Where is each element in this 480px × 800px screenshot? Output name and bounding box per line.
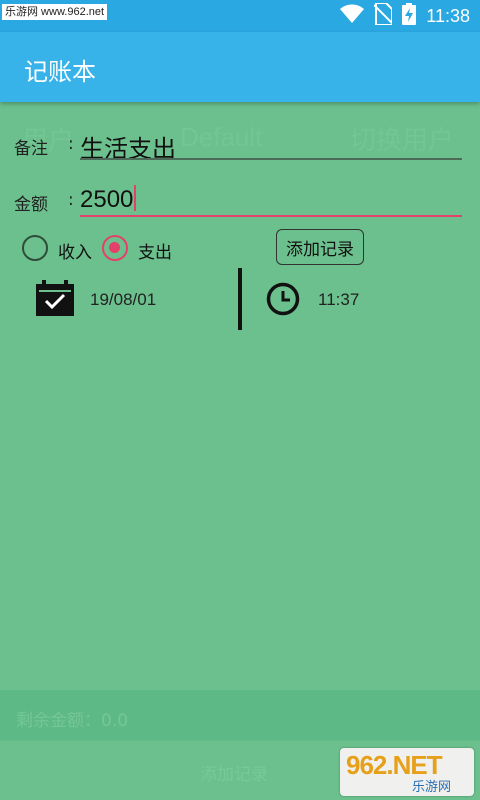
status-bar: 乐游网 www.962.net 11:38	[0, 0, 480, 32]
expense-radio-label[interactable]: 支出	[138, 238, 172, 263]
income-radio-label[interactable]: 收入	[58, 238, 92, 263]
date-text[interactable]: 19/08/01	[90, 290, 156, 310]
watermark-text: 乐游网 www.962.net	[2, 4, 108, 20]
user-value: Default	[180, 122, 263, 152]
note-label: 备注	[14, 139, 48, 159]
app-bar: 记账本	[0, 32, 480, 102]
wifi-icon	[340, 4, 365, 28]
amount-input[interactable]: 2500	[80, 185, 137, 214]
note-colon: :	[68, 134, 74, 154]
watermark-logo-subtext: 乐游网	[412, 780, 452, 795]
bottom-add-record-button[interactable]: 添加记录	[200, 760, 268, 785]
battery-charging-icon	[402, 3, 417, 29]
text-caret	[134, 185, 137, 211]
no-sim-icon	[373, 2, 394, 29]
status-time: 11:38	[426, 5, 470, 26]
amount-input-underline	[80, 215, 462, 217]
watermark-logo: 962.NET 乐游网	[340, 748, 474, 796]
income-radio[interactable]	[22, 235, 48, 261]
note-input-underline	[80, 158, 462, 160]
switch-user-button[interactable]: 切换用户	[350, 120, 454, 157]
calendar-icon[interactable]	[36, 280, 74, 320]
add-record-button[interactable]: 添加记录	[276, 229, 364, 265]
bottom-divider	[0, 740, 480, 741]
time-text[interactable]: 11:37	[318, 290, 359, 310]
amount-value: 2500	[80, 186, 134, 213]
status-icons: 11:38	[340, 2, 470, 29]
amount-label: 金额	[14, 195, 48, 215]
expense-radio[interactable]	[102, 235, 128, 261]
date-time-divider	[238, 268, 242, 330]
app-title: 记账本	[24, 58, 96, 86]
amount-colon: :	[68, 190, 74, 210]
remaining-balance: 剩余金额：0.0	[16, 711, 129, 731]
clock-icon[interactable]	[266, 282, 300, 320]
